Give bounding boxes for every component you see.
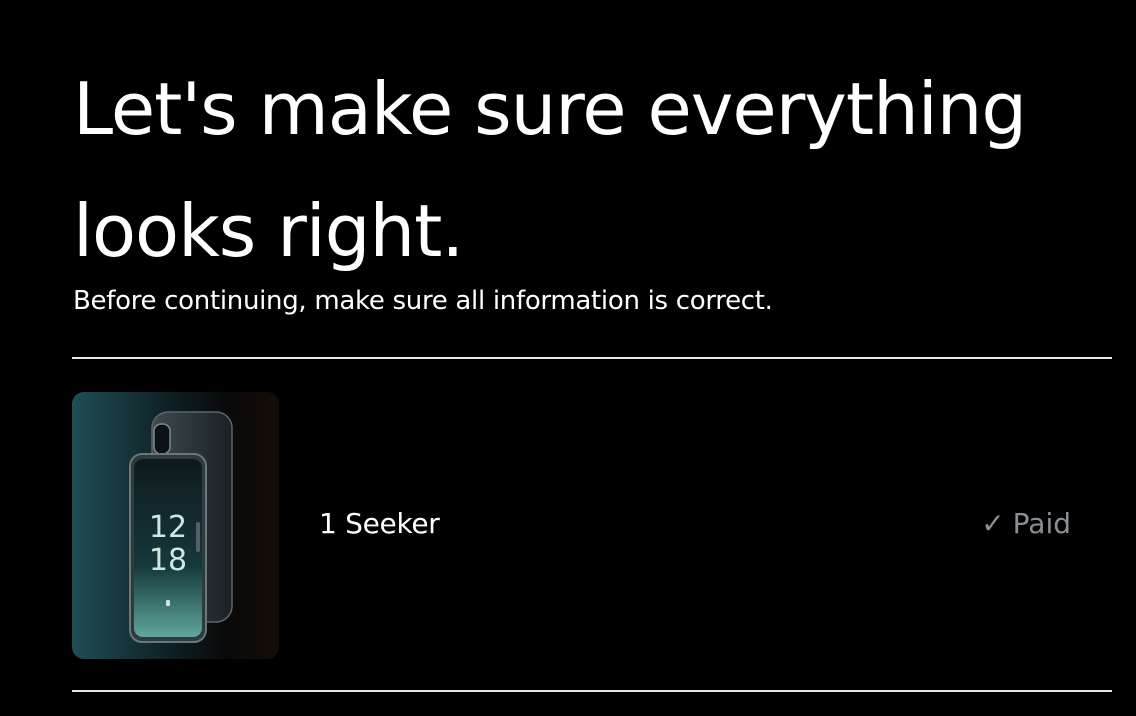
- page-title: Let's make sure everything looks right.: [73, 67, 1027, 273]
- divider-top: [72, 357, 1112, 359]
- product-image: 12 18: [72, 392, 279, 659]
- phone-clock-minutes: 18: [149, 543, 187, 578]
- payment-status: ✓ Paid: [981, 506, 1071, 542]
- phone-clock-hours: 12: [149, 510, 187, 545]
- page-subtitle: Before continuing, make sure all informa…: [73, 286, 773, 316]
- check-icon: ✓: [981, 507, 1005, 540]
- order-item-row: 12 18 1 Seeker ✓ Paid: [72, 392, 1112, 659]
- divider-bottom: [72, 690, 1112, 692]
- item-quantity-label: 1 Seeker: [319, 507, 440, 540]
- seeker-phone-illustration: 12 18: [129, 411, 233, 643]
- order-review-page: Let's make sure everything looks right. …: [0, 0, 1136, 716]
- status-label: Paid: [1012, 507, 1071, 540]
